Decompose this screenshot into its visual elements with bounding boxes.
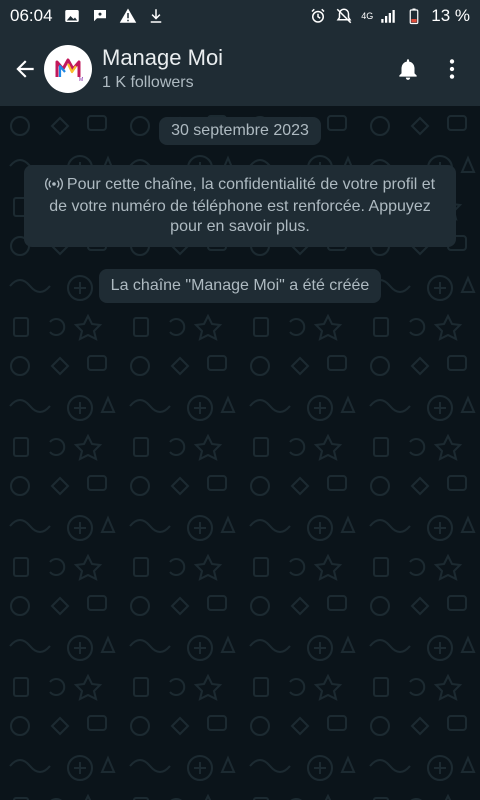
back-arrow-icon [16,60,34,78]
channel-info[interactable]: Manage Moi 1 K followers [102,45,223,93]
channel-created-message: La chaîne "Manage Moi" a été créée [98,269,382,303]
battery-level: 13 % [431,6,470,25]
back-button[interactable] [6,47,44,91]
warning-icon [119,7,137,25]
date-chip: 30 septembre 2023 [159,117,321,145]
status-bar: 06:04 4G 13 % [0,0,480,32]
download-icon [147,7,165,25]
battery-icon [405,7,423,25]
broadcast-icon [44,177,63,197]
bell-icon [399,59,417,80]
gallery-icon [63,7,81,25]
privacy-notice-text: Pour cette chaîne, la confidentialité de… [49,176,436,235]
manage-moi-logo: M [55,58,83,83]
network-type: 4G [361,10,374,21]
privacy-notice[interactable]: Pour cette chaîne, la confidentialité de… [24,165,456,247]
notifications-button[interactable] [386,47,430,91]
channel-header: M Manage Moi 1 K followers [0,32,480,106]
channel-avatar[interactable]: M [44,45,92,93]
signal-icon [379,7,397,25]
alarm-icon [309,7,327,25]
clock: 06:04 [10,6,53,25]
channel-name: Manage Moi [102,45,224,70]
svg-text:M: M [79,77,83,83]
more-vertical-icon [449,59,455,79]
chat-area[interactable]: 30 septembre 2023 Pour cette chaîne, la … [0,106,480,800]
muted-bell-icon [335,7,353,25]
chat-bubble-icon [91,7,109,25]
followers-count: 1 K followers [102,74,194,91]
more-options-button[interactable] [430,47,474,91]
